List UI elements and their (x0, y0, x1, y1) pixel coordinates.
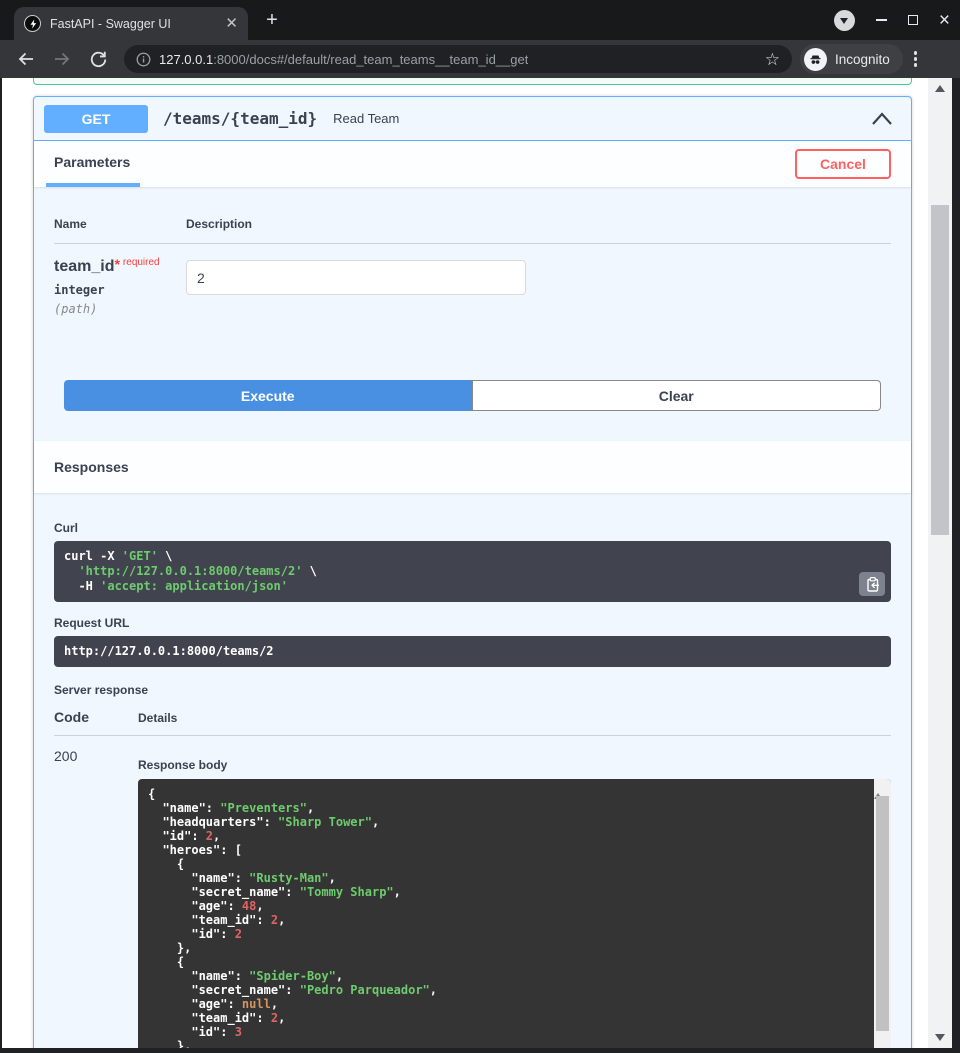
required-star: * (114, 256, 119, 272)
method-badge: GET (44, 105, 148, 133)
endpoint-path: /teams/{team_id} (163, 109, 317, 128)
execute-row: Execute Clear (64, 380, 881, 411)
tab-parameters[interactable]: Parameters (46, 141, 140, 187)
parameters-section-header: Parameters Cancel (34, 141, 911, 187)
reload-button[interactable] (86, 47, 110, 71)
url-path: :8000/docs#/default/read_team_teams__tea… (213, 52, 528, 67)
parameters-table-headers: Name Description (54, 217, 891, 244)
incognito-badge: Incognito (800, 44, 903, 74)
response-body-label: Response body (138, 758, 891, 772)
bookmark-star-icon[interactable]: ☆ (765, 51, 780, 68)
parameter-row: team_id*required integer (path) (54, 244, 891, 316)
browser-window: FastAPI - Swagger UI ✕ + × 127.0.0.1:800… (0, 0, 960, 1053)
collapse-chevron-icon[interactable] (871, 112, 893, 126)
code-column-header: Code (54, 709, 138, 725)
incognito-label: Incognito (835, 52, 890, 67)
parameter-name: team_id*required (54, 256, 186, 276)
cancel-button[interactable]: Cancel (795, 149, 891, 179)
opblock-header[interactable]: GET /teams/{team_id} Read Team (34, 97, 911, 141)
browser-menu-icon[interactable] (914, 51, 917, 66)
address-bar[interactable]: 127.0.0.1:8000/docs#/default/read_team_t… (124, 45, 792, 73)
server-response-label: Server response (54, 683, 891, 697)
back-button[interactable] (14, 47, 38, 71)
response-body-code[interactable]: { "name": "Preventers", "headquarters": … (138, 779, 891, 1048)
details-column-header: Details (138, 711, 891, 725)
curl-label: Curl (54, 521, 891, 535)
page-content: GET /teams/{team_id} Read Team Parameter… (2, 78, 952, 1048)
url-host: 127.0.0.1 (159, 52, 213, 67)
maximize-button[interactable] (908, 15, 918, 25)
page-scroll-down-arrow-icon[interactable] (935, 1034, 945, 1041)
tab-close-icon[interactable]: ✕ (225, 16, 238, 31)
response-body-scrollbar[interactable] (874, 779, 891, 1048)
tab-strip: FastAPI - Swagger UI ✕ + × (0, 0, 960, 40)
response-table-headers: Code Details (54, 709, 891, 736)
request-url-value: http://127.0.0.1:8000/teams/2 (54, 636, 891, 667)
page-scrollbar-thumb[interactable] (931, 205, 949, 535)
status-code: 200 (54, 748, 138, 1048)
previous-opblock-edge (33, 78, 912, 85)
parameter-description-cell (186, 256, 891, 316)
site-info-icon[interactable] (136, 52, 151, 67)
request-url-label: Request URL (54, 616, 891, 630)
responses-title: Responses (54, 459, 129, 475)
response-details-cell: Response body { "name": "Preventers", "h… (138, 748, 891, 1048)
page-scroll-up-arrow-icon[interactable] (935, 85, 945, 92)
server-response-table: Code Details 200 Response body { "name":… (54, 709, 891, 1048)
browser-toolbar: 127.0.0.1:8000/docs#/default/read_team_t… (0, 40, 960, 78)
page-scrollbar[interactable] (928, 78, 952, 1048)
clear-button[interactable]: Clear (472, 380, 882, 411)
tab-title: FastAPI - Swagger UI (50, 17, 171, 31)
required-label: required (123, 257, 160, 268)
fastapi-favicon-icon (24, 15, 41, 32)
responses-section-header: Responses (34, 441, 911, 493)
parameter-location: (path) (54, 302, 186, 316)
browser-tab[interactable]: FastAPI - Swagger UI ✕ (14, 7, 248, 40)
incognito-icon (804, 48, 827, 71)
response-row: 200 Response body { "name": "Preventers"… (54, 736, 891, 1048)
team-id-input[interactable] (186, 260, 526, 295)
close-window-button[interactable]: × (939, 11, 950, 30)
url-text: 127.0.0.1:8000/docs#/default/read_team_t… (159, 52, 528, 67)
responses-inner: Curl curl -X 'GET' \ 'http://127.0.0.1:8… (34, 493, 911, 1048)
name-column-header: Name (54, 217, 186, 231)
curl-code[interactable]: curl -X 'GET' \ 'http://127.0.0.1:8000/t… (54, 541, 891, 602)
endpoint-summary: Read Team (333, 111, 399, 126)
parameter-type: integer (54, 283, 186, 297)
parameter-name-cell: team_id*required integer (path) (54, 256, 186, 316)
get-opblock: GET /teams/{team_id} Read Team Parameter… (33, 96, 912, 1048)
new-tab-button[interactable]: + (260, 9, 284, 33)
response-scrollbar-thumb[interactable] (876, 796, 889, 1031)
minimize-button[interactable] (876, 19, 887, 21)
description-column-header: Description (186, 217, 891, 231)
tab-search-icon[interactable] (834, 10, 855, 31)
window-controls: × (834, 0, 950, 40)
forward-button[interactable] (50, 47, 74, 71)
parameters-table: Name Description team_id*required intege… (34, 187, 911, 316)
copy-to-clipboard-button[interactable] (859, 572, 885, 596)
execute-button[interactable]: Execute (64, 380, 472, 411)
